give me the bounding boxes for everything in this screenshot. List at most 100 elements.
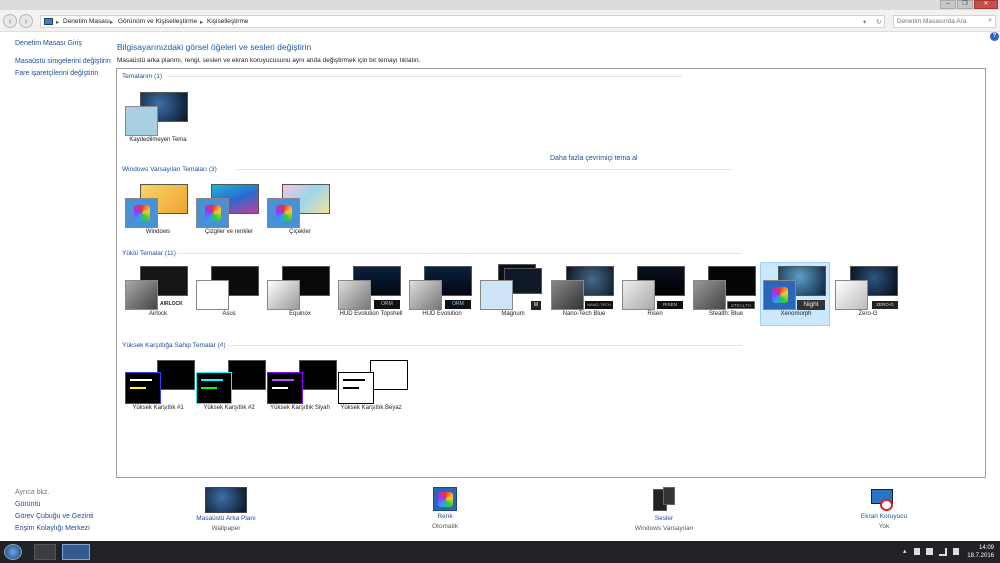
- sounds-value: Windows Varsayılan: [634, 525, 694, 532]
- theme-tile-magnum[interactable]: M Magnum: [478, 263, 548, 327]
- volume-icon[interactable]: [953, 548, 959, 555]
- palette-icon: [134, 205, 150, 221]
- theme-tile-asus[interactable]: Asus: [194, 263, 264, 327]
- breadcrumb-separator-icon: ▸: [200, 19, 204, 26]
- theme-name: Xenomorph: [780, 311, 812, 317]
- sidebar-home-link[interactable]: Denetim Masası Giriş: [15, 40, 82, 47]
- theme-name: Yüksek Karşıtlık #1: [132, 405, 184, 411]
- section-high-contrast-themes: Yüksek Karşıtlığa Sahip Temalar (4): [122, 342, 226, 349]
- speaker-icon: [653, 487, 675, 513]
- theme-name: Magnum: [501, 311, 525, 317]
- theme-name: Windows: [145, 229, 171, 235]
- screen-saver-button[interactable]: Ekran Koruyucu Yok: [824, 487, 944, 530]
- more-themes-online-link[interactable]: Daha fazla çevrimiçi tema al: [550, 155, 638, 162]
- theme-name: Equinox: [289, 311, 311, 317]
- theme-tile-xenomorph[interactable]: Night Xenomorph: [760, 262, 830, 326]
- theme-tile-hud-evolution[interactable]: ORM HUD Evolution: [407, 263, 477, 327]
- theme-tile-windows[interactable]: Windows: [123, 181, 193, 245]
- theme-name: Airlock: [148, 311, 167, 317]
- theme-tile-high-contrast-1[interactable]: Yüksek Karşıtlık #1: [123, 357, 195, 421]
- page-title: Bilgisayarınızdaki görsel öğeleri ve ses…: [117, 42, 312, 52]
- theme-name: Yüksek Karşıtlık Beyaz: [340, 405, 402, 411]
- sidebar-mouse-pointers-link[interactable]: Fare işaretçilerini değiştirin: [15, 70, 98, 77]
- desktop-background-value: Wallpaper: [211, 525, 241, 532]
- theme-name: HUD Evolution: [422, 311, 462, 317]
- theme-name: Asus: [222, 311, 236, 317]
- palette-icon: [433, 487, 457, 511]
- theme-name: Yüksek Karşıtlık #2: [203, 405, 255, 411]
- desktop-background-button[interactable]: Masaüstü Arka Planı Wallpaper: [166, 487, 286, 532]
- screen-saver-label: Ekran Koruyucu: [860, 513, 908, 520]
- search-input[interactable]: [894, 16, 982, 27]
- close-button[interactable]: ✕: [974, 0, 998, 9]
- theme-name: Çiçekler: [289, 229, 311, 235]
- theme-tile-lines-colors[interactable]: Çizgiler ve renkler: [194, 181, 264, 245]
- tray-arrow-icon[interactable]: ▴: [903, 547, 907, 555]
- page-subtitle: Masaüstü arka planını, rengi, sesleri ve…: [117, 57, 421, 64]
- theme-tile-zero-g[interactable]: ZERO-G Zero-G: [833, 263, 903, 327]
- sounds-button[interactable]: Sesler Windows Varsayılan: [604, 487, 724, 532]
- theme-tile-nano-tech-blue[interactable]: NANO-TECH Nano-Tech Blue: [549, 263, 619, 327]
- network-icon[interactable]: [939, 548, 947, 556]
- color-button[interactable]: Renk Otomatik: [385, 487, 505, 530]
- theme-list: Temalarım (1) Kaydedilmeyen Tema Daha fa…: [116, 68, 986, 478]
- palette-icon: [205, 205, 221, 221]
- theme-tile-high-contrast-black[interactable]: Yüksek Karşıtlık Siyah: [265, 357, 337, 421]
- breadcrumb-personalization[interactable]: Kişiselleştirme: [207, 18, 249, 25]
- section-windows-themes: Windows Varsayılan Temaları (3): [122, 166, 217, 173]
- help-icon[interactable]: ?: [990, 32, 999, 41]
- see-also-display-link[interactable]: Görüntü: [15, 501, 40, 508]
- theme-tile-high-contrast-2[interactable]: Yüksek Karşıtlık #2: [194, 357, 266, 421]
- maximize-button[interactable]: ❐: [957, 0, 973, 9]
- screen-saver-value: Yok: [878, 523, 890, 530]
- theme-tile-hud-evolution-topshell[interactable]: ORM HUD Evolution Topshell: [336, 263, 406, 327]
- minimize-button[interactable]: –: [940, 0, 956, 9]
- taskbar-app-icon[interactable]: [34, 544, 56, 560]
- title-bar: – ❐ ✕: [0, 0, 1000, 10]
- section-installed-themes: Yüklü Temalar (11): [122, 250, 176, 257]
- theme-tile-flowers[interactable]: Çiçekler: [265, 181, 335, 245]
- search-icon[interactable]: ⌕: [988, 17, 992, 25]
- taskbar-control-panel-icon[interactable]: [62, 544, 90, 560]
- flag-icon[interactable]: [914, 548, 920, 555]
- desktop-background-label: Masaüstü Arka Planı: [196, 515, 256, 522]
- back-button[interactable]: ‹: [3, 14, 17, 28]
- theme-name: Zero-G: [858, 311, 878, 317]
- refresh-icon[interactable]: ↻: [876, 18, 881, 26]
- theme-name: HUD Evolution Topshell: [339, 311, 403, 317]
- theme-tile-equinox[interactable]: Equinox: [265, 263, 335, 327]
- search-box: ⌕: [893, 15, 996, 28]
- section-my-themes: Temalarım (1): [122, 73, 163, 80]
- color-value: Otomatik: [431, 523, 458, 530]
- see-also-ease-of-access-link[interactable]: Erişim Kolaylığı Merkezi: [15, 525, 90, 532]
- theme-name: Risen: [647, 311, 663, 317]
- theme-name: Yüksek Karşıtlık Siyah: [270, 405, 330, 411]
- sidebar-desktop-icons-link[interactable]: Masaüstü simgelerini değiştirin: [15, 58, 111, 65]
- theme-tile-stealth-blue[interactable]: STEALTH Stealth: Blue: [691, 263, 761, 327]
- palette-icon: [276, 205, 292, 221]
- dropdown-icon[interactable]: ▾: [863, 18, 866, 26]
- breadcrumb-separator-icon: ▸: [56, 19, 60, 26]
- forward-button[interactable]: ›: [19, 14, 33, 28]
- clock[interactable]: 14:09 18.7.2016: [967, 544, 994, 560]
- theme-tile-airlock[interactable]: AIRLOCK Airlock: [123, 263, 193, 327]
- theme-tile-unsaved[interactable]: Kaydedilmeyen Tema: [123, 89, 193, 153]
- screen-saver-icon: [871, 487, 897, 511]
- breadcrumb-control-panel[interactable]: Denetim Masası: [63, 18, 110, 25]
- color-label: Renk: [437, 513, 453, 520]
- see-also-title: Ayrıca bkz.: [15, 489, 50, 496]
- theme-name: Çizgiler ve renkler: [204, 229, 253, 235]
- theme-tile-risen[interactable]: RISEN Risen: [620, 263, 690, 327]
- address-bar: ‹ › ▸ Denetim Masası ▸ Görünüm ve Kişise…: [0, 10, 1000, 32]
- palette-icon: [772, 287, 788, 303]
- theme-tile-high-contrast-white[interactable]: Yüksek Karşıtlık Beyaz: [336, 357, 408, 421]
- see-also-taskbar-link[interactable]: Görev Çubuğu ve Gezinti: [15, 513, 94, 520]
- taskbar: ▴ 14:09 18.7.2016: [0, 541, 1000, 563]
- theme-name: Stealth: Blue: [708, 311, 744, 317]
- breadcrumb-appearance[interactable]: Görünüm ve Kişiselleştirme: [118, 18, 197, 25]
- breadcrumb[interactable]: ▸ Denetim Masası ▸ Görünüm ve Kişiselleş…: [40, 15, 885, 28]
- windows-icon[interactable]: [926, 548, 933, 555]
- start-button[interactable]: [4, 544, 22, 560]
- theme-name: Nano-Tech Blue: [562, 311, 606, 317]
- wallpaper-icon: [205, 487, 247, 513]
